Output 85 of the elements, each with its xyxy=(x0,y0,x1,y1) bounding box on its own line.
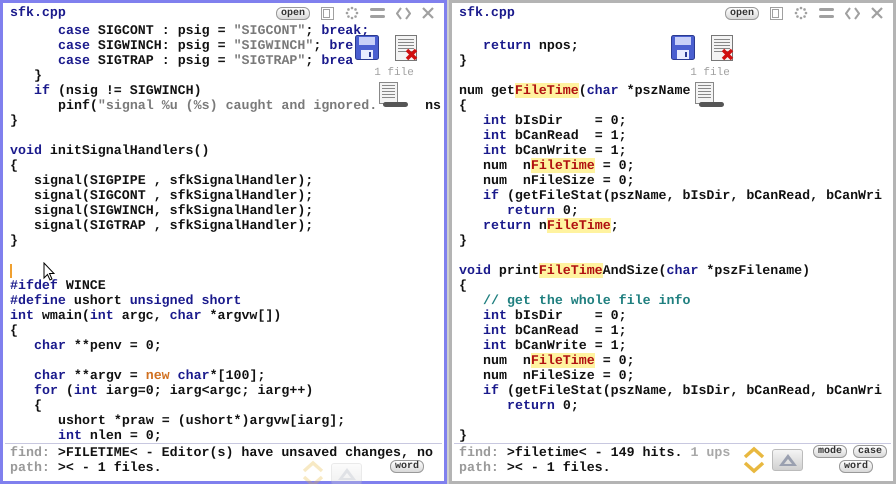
code-line: int bCanWrite = 1; xyxy=(483,143,627,158)
toggle-button[interactable]: word xyxy=(838,460,873,473)
code-line: { xyxy=(459,98,467,113)
code-line: int nlen = 0; xyxy=(58,428,162,443)
code-line: void initSignalHandlers() xyxy=(10,143,210,158)
code-line: ushort *praw = (ushort*)argvw[iarg]; xyxy=(58,413,346,428)
code-line: { xyxy=(34,398,42,413)
code-line: int bIsDir = 0; xyxy=(483,113,627,128)
code-line: for (int iarg=0; iarg<argc; iarg++) xyxy=(34,383,314,398)
code-line: char **penv = 0; xyxy=(34,338,162,353)
code-line: return 0; xyxy=(507,203,579,218)
up-button[interactable] xyxy=(772,449,803,471)
up-down-chevron-icon[interactable] xyxy=(742,446,766,474)
code-line: pinf("signal %u (%s) caught and ignored. ns xyxy=(58,98,442,113)
code-line: #ifdef WINCE xyxy=(10,278,106,293)
toggle-button[interactable]: word xyxy=(390,460,424,473)
code-line: num nFileTime = 0; xyxy=(483,158,635,173)
find-note: 1 ups xyxy=(690,445,730,460)
code-line: } xyxy=(459,53,467,68)
toggle-button[interactable]: case xyxy=(852,445,887,458)
code-line: case SIGTRAP : psig = "SIGTRAP"; brea xyxy=(58,53,354,68)
code-line: num nFileTime = 0; xyxy=(483,353,635,368)
code-line: num nFileSize = 0; xyxy=(483,368,635,383)
open-button[interactable]: open xyxy=(724,6,759,20)
dotted-circle-icon[interactable] xyxy=(794,6,808,20)
lines-icon[interactable] xyxy=(819,7,834,19)
code-line: signal(SIGCONT , sfkSignalHandler); xyxy=(34,188,314,203)
code-line: int bIsDir = 0; xyxy=(483,308,627,323)
code-line: } xyxy=(459,428,467,443)
triangle-icon xyxy=(336,467,356,481)
code-line: signal(SIGWINCH, sfkSignalHandler); xyxy=(34,203,314,218)
code-line: char **argv = new char*[100]; xyxy=(34,368,266,383)
code-line: if (nsig != SIGWINCH) xyxy=(34,83,202,98)
path-label: path: xyxy=(10,460,50,475)
file-title: sfk.cpp xyxy=(459,4,515,22)
document-icon[interactable] xyxy=(379,82,409,108)
find-status: >filetime< - 149 hits. xyxy=(506,445,682,460)
code-line: // get the whole file info xyxy=(483,293,690,308)
file-title: sfk.cpp xyxy=(10,4,66,22)
document-delete-icon[interactable] xyxy=(711,35,735,61)
mouse-pointer-icon xyxy=(43,262,55,281)
code-line: case SIGCONT : psig = "SIGCONT"; break; xyxy=(58,23,370,38)
find-label: find: xyxy=(10,445,50,460)
open-button[interactable]: open xyxy=(276,6,310,20)
dotted-circle-icon[interactable] xyxy=(345,6,359,20)
document-delete-icon[interactable] xyxy=(395,35,419,61)
path-value: >< - 1 files. xyxy=(506,460,611,475)
code-line: num nFileSize = 0; xyxy=(483,173,635,188)
arrows-icon[interactable] xyxy=(396,6,411,20)
text-cursor xyxy=(10,264,12,278)
code-line: int bCanRead = 1; xyxy=(483,323,627,338)
code-line: int bCanWrite = 1; xyxy=(483,338,627,353)
window-icon[interactable] xyxy=(770,6,783,20)
code-line: return npos; xyxy=(483,38,579,53)
code-line: return nFileTime; xyxy=(483,218,619,233)
close-icon[interactable] xyxy=(871,7,883,19)
code-line: } xyxy=(459,233,467,248)
path-label: path: xyxy=(459,460,499,475)
close-icon[interactable] xyxy=(422,7,434,19)
find-status: >FILETIME< - Editor(s) have unsaved changes, no xyxy=(58,445,433,460)
code-line: if (getFileStat(pszName, bIsDir, bCanRead, bCanWri xyxy=(483,188,882,203)
code-line: } xyxy=(34,68,42,83)
code-line: case SIGWINCH: psig = "SIGWINCH"; bre xyxy=(58,38,354,53)
code-line: } xyxy=(10,233,18,248)
code-line: int bCanRead = 1; xyxy=(483,128,627,143)
lines-icon[interactable] xyxy=(370,7,385,19)
code-line: { xyxy=(10,158,18,173)
code-line: { xyxy=(459,278,467,293)
code-line: signal(SIGTRAP , sfkSignalHandler); xyxy=(34,218,314,233)
document-icon[interactable] xyxy=(695,82,725,108)
toggle-button[interactable]: mode xyxy=(812,445,847,458)
code-line: { xyxy=(10,323,18,338)
code-line: void printFileTimeAndSize(char *pszFilename) xyxy=(459,263,810,278)
code-line: num getFileTime(char *pszName xyxy=(459,83,690,98)
path-value: >< - 1 files. xyxy=(58,460,162,475)
triangle-icon xyxy=(778,453,798,467)
code-line: #define ushort unsigned short xyxy=(10,293,242,308)
arrows-icon[interactable] xyxy=(845,6,860,20)
code-line: int wmain(int argc, char *argvw[]) xyxy=(10,308,282,323)
code-line: return 0; xyxy=(507,398,579,413)
window-icon[interactable] xyxy=(321,6,334,20)
find-label: find: xyxy=(459,445,499,460)
code-line: } xyxy=(10,113,18,128)
code-line: signal(SIGPIPE , sfkSignalHandler); xyxy=(34,173,314,188)
code-line: if (getFileStat(pszName, bIsDir, bCanRead, bCanWri xyxy=(483,383,882,398)
